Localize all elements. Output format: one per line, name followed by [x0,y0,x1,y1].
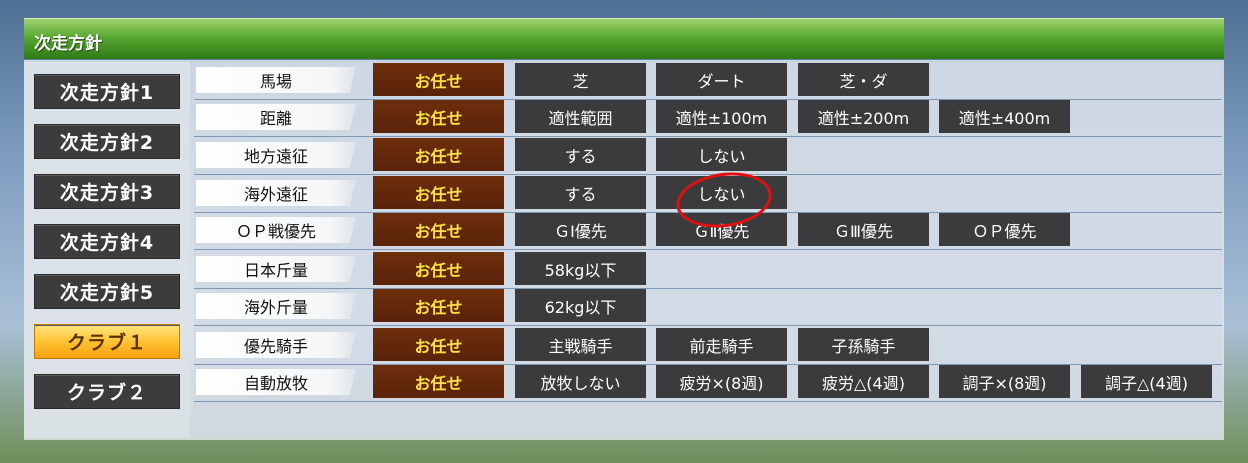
option-auto[interactable]: お任せ [373,213,504,246]
sidebar-item-club-1[interactable]: クラブ１ [34,324,180,359]
option-button[interactable]: 58kg以下 [515,252,646,285]
option-button[interactable]: ＧⅢ優先 [798,213,929,246]
option-auto[interactable]: お任せ [373,365,504,398]
option-button[interactable]: 適性±100m [656,100,787,133]
row-japan-weight: 日本斤量 お任せ 58kg以下 [194,251,1222,289]
sidebar-item-policy-2[interactable]: 次走方針2 [34,124,180,159]
option-button[interactable]: 適性±400m [939,100,1070,133]
option-button[interactable]: 芝 [515,63,646,96]
row-label: ＯＰ戦優先 [196,217,356,243]
sidebar-item-policy-3[interactable]: 次走方針3 [34,174,180,209]
option-button[interactable]: 前走騎手 [656,328,787,361]
row-label: 地方遠征 [196,142,356,168]
option-auto[interactable]: お任せ [373,100,504,133]
row-track: 馬場 お任せ 芝 ダート 芝・ダ [194,62,1222,100]
row-label: 海外斤量 [196,293,356,319]
option-button[interactable]: 調子×(8週) [939,365,1070,398]
row-auto-pasture: 自動放牧 お任せ 放牧しない 疲労×(8週) 疲労△(4週) 調子×(8週) 調… [194,364,1222,402]
option-auto[interactable]: お任せ [373,289,504,322]
row-label: 海外遠征 [196,180,356,206]
row-overseas-weight: 海外斤量 お任せ 62kg以下 [194,288,1222,326]
title-bar: 次走方針 [24,18,1224,59]
row-label: 距離 [196,104,356,130]
sidebar-item-policy-4[interactable]: 次走方針4 [34,224,180,259]
row-local-expedition: 地方遠征 お任せ する しない [194,137,1222,175]
option-button[interactable]: 適性±200m [798,100,929,133]
option-button[interactable]: ＧⅠ優先 [515,213,646,246]
option-button[interactable]: 放牧しない [515,365,646,398]
option-button[interactable]: しない [656,138,787,171]
row-distance: 距離 お任せ 適性範囲 適性±100m 適性±200m 適性±400m [194,99,1222,137]
option-auto[interactable]: お任せ [373,63,504,96]
row-label: 日本斤量 [196,256,356,282]
sidebar-item-policy-5[interactable]: 次走方針5 [34,274,180,309]
option-auto[interactable]: お任せ [373,176,504,209]
option-button[interactable]: 疲労×(8週) [656,365,787,398]
option-button[interactable]: 62kg以下 [515,289,646,322]
option-button[interactable]: 子孫騎手 [798,328,929,361]
option-button[interactable]: 疲労△(4週) [798,365,929,398]
option-button[interactable]: 主戦騎手 [515,328,646,361]
option-button[interactable]: ＯＰ優先 [939,213,1070,246]
option-auto[interactable]: お任せ [373,138,504,171]
option-button[interactable]: 芝・ダ [798,63,929,96]
sidebar-item-club-2[interactable]: クラブ２ [34,374,180,409]
sidebar: 次走方針1 次走方針2 次走方針3 次走方針4 次走方針5 クラブ１ クラブ２ [24,62,190,438]
option-button[interactable]: する [515,176,646,209]
sidebar-item-policy-1[interactable]: 次走方針1 [34,74,180,109]
row-label: 自動放牧 [196,369,356,395]
row-label: 優先騎手 [196,332,356,358]
option-auto[interactable]: お任せ [373,252,504,285]
option-button[interactable]: 適性範囲 [515,100,646,133]
option-button[interactable]: する [515,138,646,171]
option-button[interactable]: ダート [656,63,787,96]
row-label: 馬場 [196,67,356,93]
option-auto[interactable]: お任せ [373,328,504,361]
option-button[interactable]: 調子△(4週) [1081,365,1212,398]
window-title: 次走方針 [34,34,102,54]
row-priority-jockey: 優先騎手 お任せ 主戦騎手 前走騎手 子孫騎手 [194,327,1222,365]
